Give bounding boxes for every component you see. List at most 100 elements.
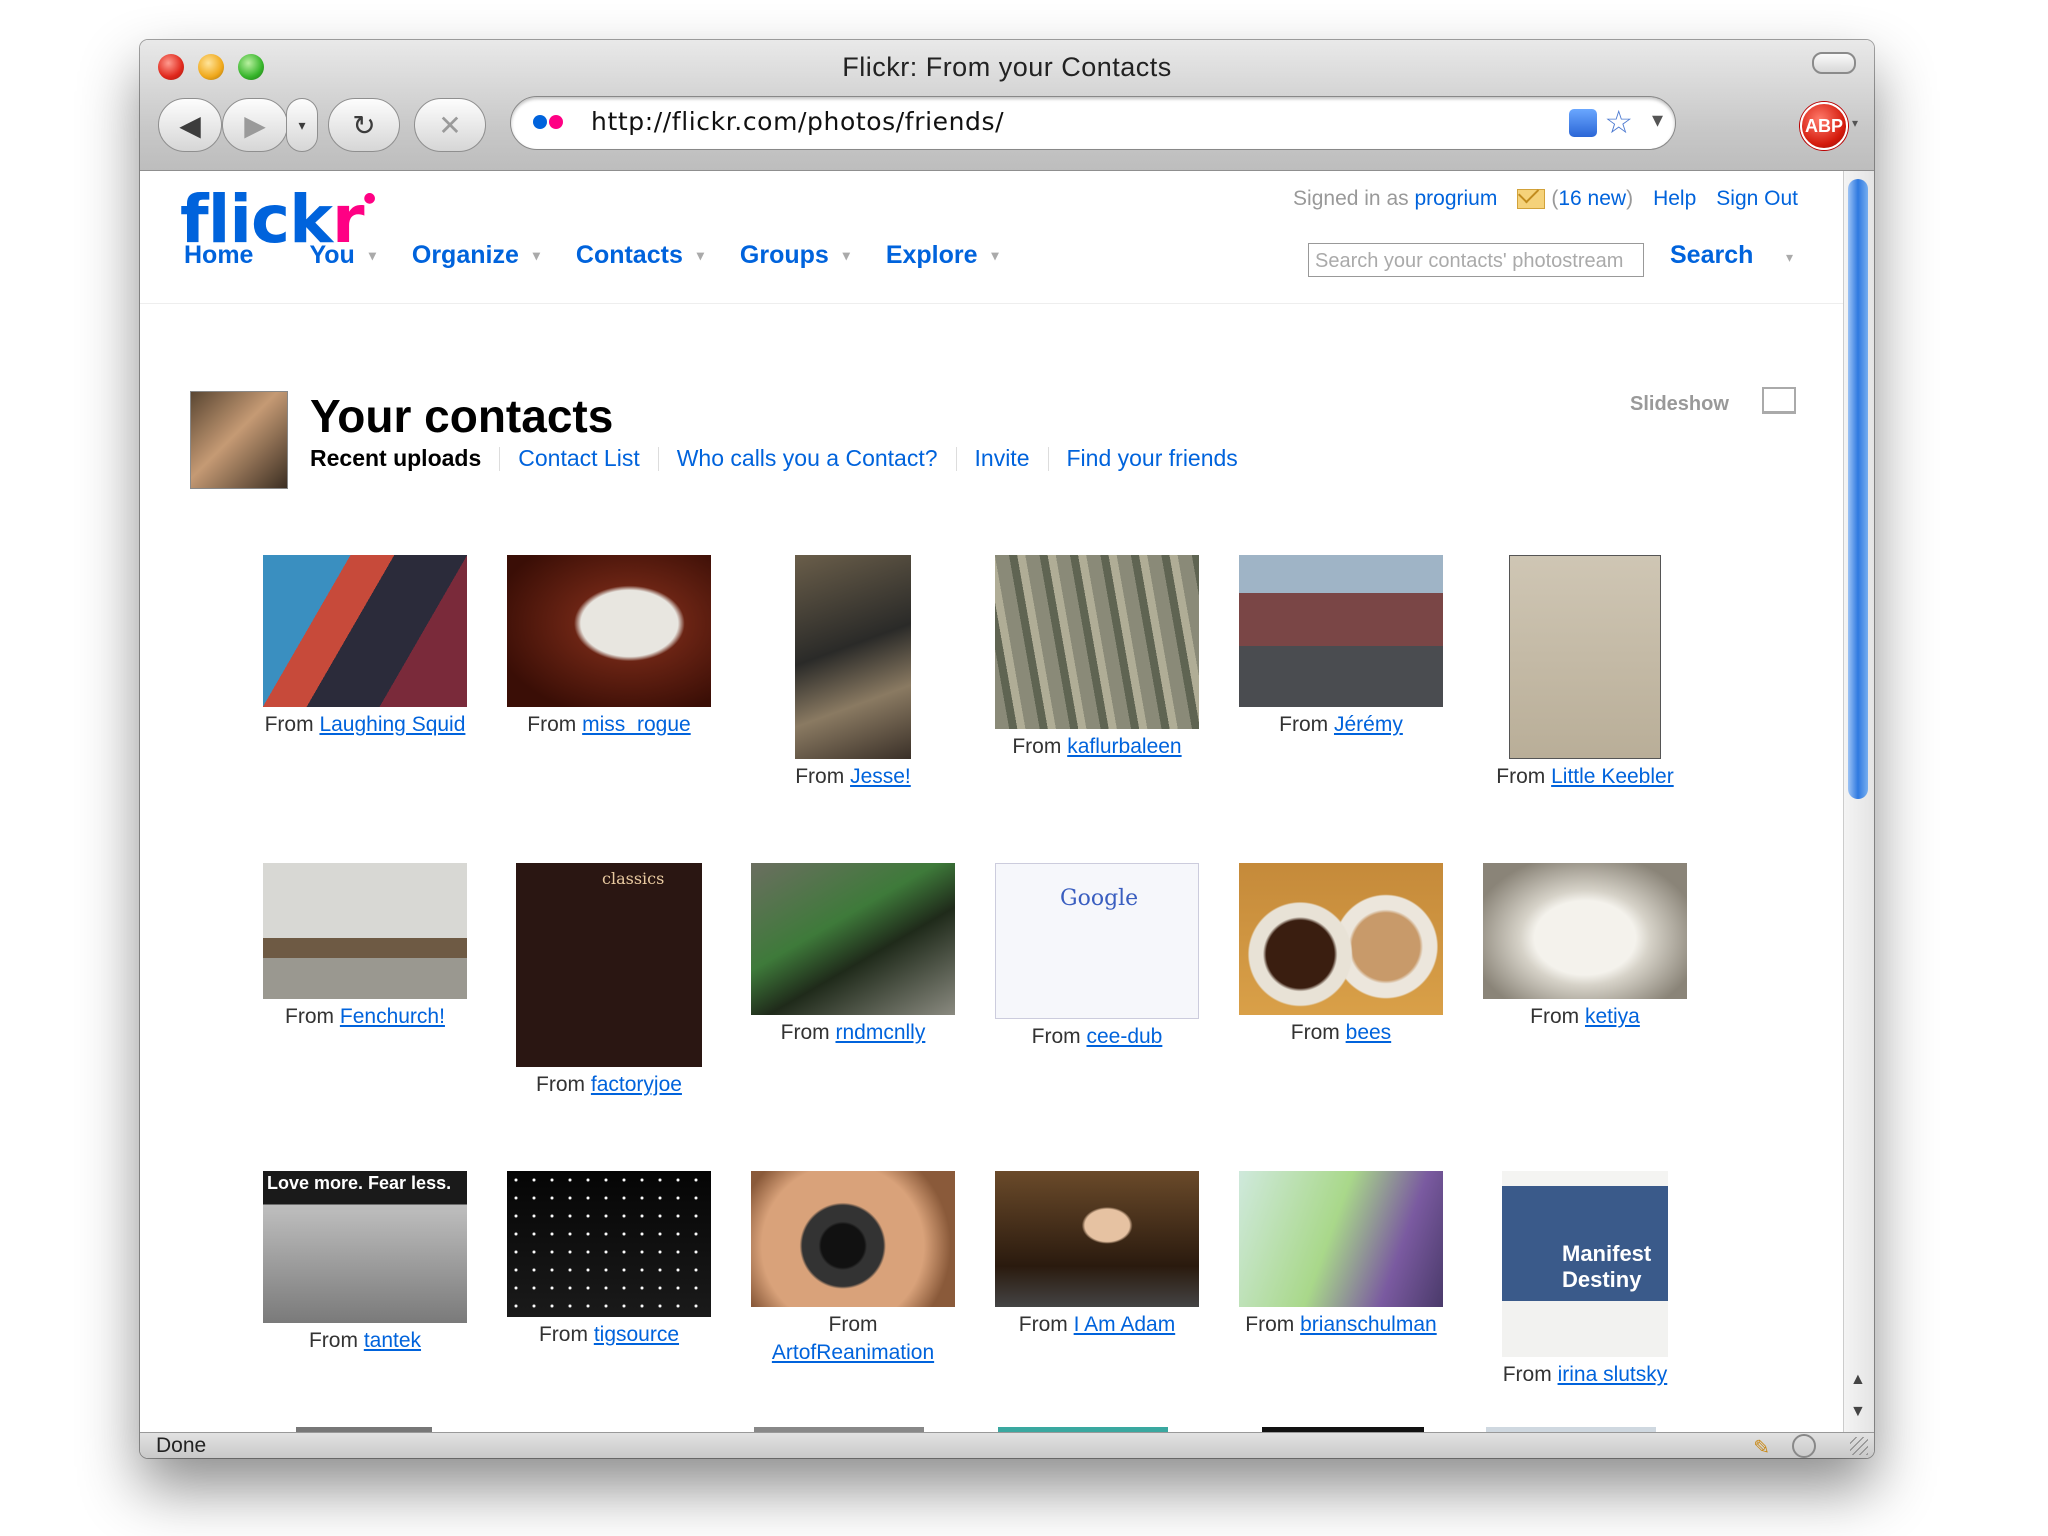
photo-thumbnail[interactable] <box>1239 863 1443 1015</box>
contact-link[interactable]: ArtofReanimation <box>772 1341 934 1364</box>
contact-link[interactable]: cee-dub <box>1086 1025 1162 1048</box>
photo-item: From kaflurbaleen <box>982 555 1212 761</box>
window-title: Flickr: From your Contacts <box>842 52 1172 82</box>
photo-thumbnail[interactable] <box>995 1171 1199 1307</box>
extension-face-icon[interactable] <box>1792 1434 1816 1458</box>
rss-feed-icon[interactable] <box>1569 109 1597 137</box>
photo-thumbnail[interactable] <box>995 555 1199 729</box>
back-button[interactable]: ◀ <box>158 98 222 152</box>
photo-item: From bees <box>1226 863 1456 1047</box>
contact-link[interactable]: Fenchurch! <box>340 1005 445 1028</box>
help-link[interactable]: Help <box>1653 187 1696 211</box>
mail-count-link[interactable]: 16 new <box>1558 187 1626 210</box>
toolbar-toggle-button[interactable] <box>1812 52 1856 74</box>
tab-find-friends[interactable]: Find your friends <box>1067 445 1238 472</box>
tab-invite[interactable]: Invite <box>975 445 1030 472</box>
photo-thumbnail[interactable] <box>795 555 911 759</box>
photo-caption: From Little Keebler <box>1496 765 1674 788</box>
nav-organize[interactable]: Organize <box>412 241 519 270</box>
photo-caption: From rndmcnlly <box>780 1021 926 1044</box>
photo-caption: From irina slutsky <box>1502 1363 1668 1386</box>
contact-link[interactable]: Jesse! <box>850 765 911 788</box>
reload-icon: ↻ <box>352 109 376 141</box>
photo-thumbnail[interactable] <box>263 863 467 999</box>
avatar[interactable] <box>190 391 288 489</box>
photo-thumbnail[interactable] <box>1239 1171 1443 1307</box>
forward-button[interactable]: ▶ <box>222 98 288 152</box>
photo-thumbnail[interactable] <box>1239 555 1443 707</box>
contact-link[interactable]: ketiya <box>1585 1005 1640 1028</box>
nav-organize-dropdown-icon[interactable]: ▾ <box>533 247 540 264</box>
scroll-up-arrow-icon[interactable]: ▲ <box>1850 1371 1866 1389</box>
contact-link[interactable]: brianschulman <box>1300 1313 1437 1336</box>
nav-groups[interactable]: Groups <box>740 241 829 270</box>
search-dropdown-icon[interactable]: ▾ <box>1786 249 1793 266</box>
photo-thumbnail[interactable] <box>507 1171 711 1317</box>
history-dropdown-button[interactable]: ▾ <box>286 98 318 152</box>
contact-link[interactable]: irina slutsky <box>1558 1363 1668 1386</box>
main-nav: Home You ▾ Organize ▾ Contacts ▾ Groups … <box>184 241 1035 270</box>
contact-link[interactable]: kaflurbaleen <box>1067 735 1181 758</box>
photo-thumbnail[interactable]: Manifest Destiny <box>1502 1171 1668 1357</box>
mail-link[interactable]: (16 new) <box>1517 187 1633 211</box>
adblock-plus-icon[interactable]: ABP <box>1800 102 1848 150</box>
adblock-dropdown-icon[interactable]: ▾ <box>1852 116 1858 130</box>
reload-button[interactable]: ↻ <box>328 98 400 152</box>
nav-explore[interactable]: Explore <box>886 241 978 270</box>
photo-thumbnail[interactable] <box>263 555 467 707</box>
slideshow-icon[interactable] <box>1762 387 1796 414</box>
thumb-text: Google <box>1060 886 1139 911</box>
chevron-down-icon: ▾ <box>298 116 306 133</box>
vertical-scrollbar[interactable]: ▲ ▼ <box>1843 171 1874 1433</box>
status-bar: Done ✎ <box>140 1432 1874 1458</box>
nav-groups-dropdown-icon[interactable]: ▾ <box>843 247 850 264</box>
photo-thumbnail[interactable] <box>1483 863 1687 999</box>
contact-link[interactable]: I Am Adam <box>1074 1313 1176 1336</box>
search-input[interactable]: Search your contacts' photostream <box>1308 243 1644 277</box>
page-content: flickr● Signed in as progrium (16 new) H… <box>140 171 1874 1433</box>
search-button[interactable]: Search <box>1670 241 1753 270</box>
photo-thumbnail[interactable]: classics <box>516 863 702 1067</box>
nav-you-dropdown-icon[interactable]: ▾ <box>369 247 376 264</box>
photo-thumbnail[interactable]: Love more. Fear less. <box>263 1171 467 1323</box>
tab-who-calls-you[interactable]: Who calls you a Contact? <box>677 445 938 472</box>
photo-caption: From ArtofReanimation <box>771 1313 935 1364</box>
nav-explore-dropdown-icon[interactable]: ▾ <box>992 247 999 264</box>
photo-thumbnail[interactable] <box>1509 555 1661 759</box>
contact-link[interactable]: Laughing Squid <box>319 713 465 736</box>
slideshow-link[interactable]: Slideshow <box>1630 393 1729 416</box>
nav-you[interactable]: You <box>309 241 354 270</box>
page-title: Your contacts <box>310 390 614 442</box>
sign-out-link[interactable]: Sign Out <box>1716 187 1798 211</box>
contact-link[interactable]: miss_rogue <box>582 713 691 736</box>
bookmark-star-icon[interactable]: ☆ <box>1604 103 1633 141</box>
photo-thumbnail[interactable] <box>751 863 955 1015</box>
contact-link[interactable]: bees <box>1346 1021 1392 1044</box>
resize-grip-icon[interactable] <box>1850 1437 1868 1455</box>
contact-link[interactable]: Jérémy <box>1334 713 1403 736</box>
contact-link[interactable]: tigsource <box>594 1323 679 1346</box>
tab-contact-list[interactable]: Contact List <box>518 445 639 472</box>
contact-link[interactable]: rndmcnlly <box>835 1021 925 1044</box>
photo-thumbnail[interactable]: Google <box>995 863 1199 1019</box>
contacts-subnav: Recent uploads Contact List Who calls yo… <box>310 445 1238 472</box>
nav-home[interactable]: Home <box>184 241 253 270</box>
nav-contacts-dropdown-icon[interactable]: ▾ <box>697 247 704 264</box>
contact-link[interactable]: factoryjoe <box>591 1073 682 1096</box>
pen-icon[interactable]: ✎ <box>1753 1435 1770 1458</box>
address-bar[interactable]: http://flickr.com/photos/friends/ ☆ ▾ <box>510 96 1676 150</box>
contact-link[interactable]: Little Keebler <box>1551 765 1674 788</box>
photo-thumbnail[interactable] <box>751 1171 955 1307</box>
nav-contacts[interactable]: Contacts <box>576 241 683 270</box>
signed-in-label: Signed in as progrium <box>1293 187 1498 210</box>
stop-button[interactable]: ✕ <box>414 98 486 152</box>
scrollbar-thumb[interactable] <box>1848 179 1868 799</box>
photo-thumbnail[interactable] <box>507 555 711 707</box>
url-history-dropdown-icon[interactable]: ▾ <box>1652 107 1663 133</box>
username-link[interactable]: progrium <box>1414 187 1497 210</box>
scroll-down-arrow-icon[interactable]: ▼ <box>1850 1403 1866 1421</box>
url-text[interactable]: http://flickr.com/photos/friends/ <box>591 107 1004 136</box>
contact-link[interactable]: tantek <box>364 1329 421 1352</box>
thumb-text: Manifest Destiny <box>1562 1241 1652 1292</box>
photo-item: Manifest Destiny From irina slutsky <box>1470 1171 1700 1389</box>
